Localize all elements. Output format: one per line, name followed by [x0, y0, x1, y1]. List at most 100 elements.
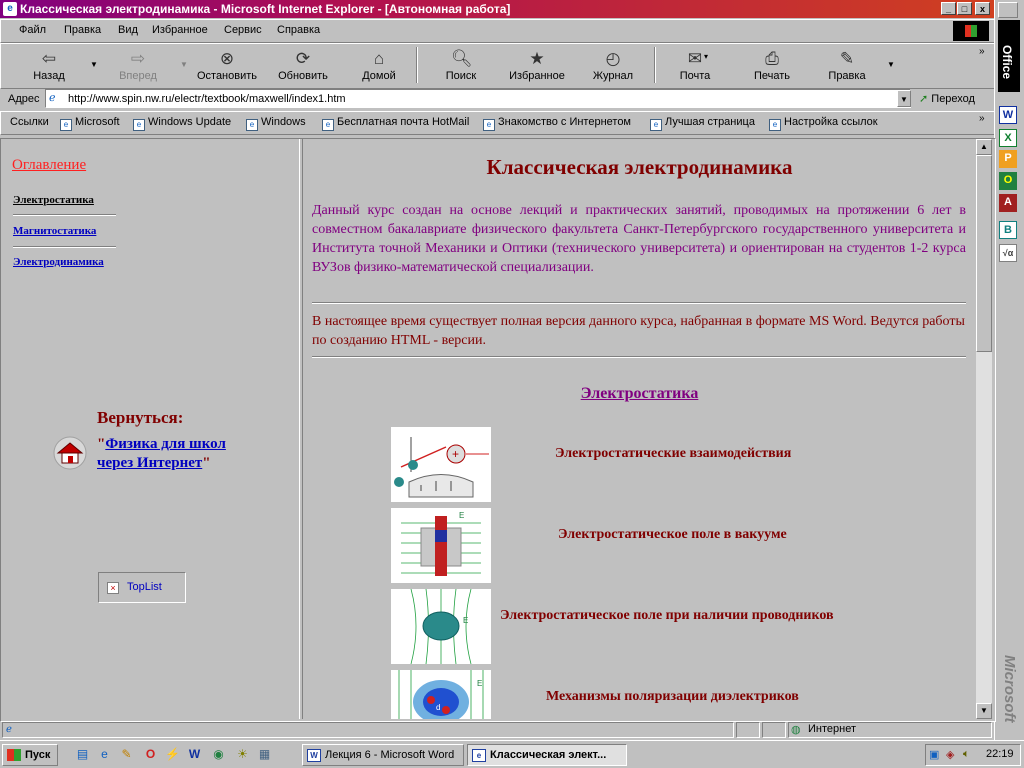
globe-icon: ◍: [791, 724, 801, 736]
quick-launch-app-icon[interactable]: ▦: [256, 746, 273, 763]
edit-icon: ✎: [839, 49, 855, 68]
links-chevron-icon[interactable]: »: [979, 113, 985, 124]
mail-button[interactable]: ✉ Почта: [672, 48, 718, 86]
topic-link[interactable]: Электростатическое поле при наличии пров…: [500, 608, 834, 624]
topic-link[interactable]: Электростатическое поле в вакууме: [558, 527, 787, 543]
link-windows-update[interactable]: e Windows Update: [133, 116, 231, 131]
scroll-up-button[interactable]: ▲: [976, 139, 992, 155]
edit-dropdown-icon[interactable]: ▼: [887, 60, 895, 69]
close-button[interactable]: x: [975, 2, 990, 15]
search-button[interactable]: 🔍︎ Поиск: [436, 48, 486, 86]
maximize-button[interactable]: □: [957, 2, 972, 15]
address-label: Адрес: [8, 93, 40, 105]
stop-button[interactable]: ⊗ Остановить: [192, 48, 262, 86]
status-cell: [762, 722, 786, 738]
quick-launch-app-icon[interactable]: ◉: [210, 746, 227, 763]
link-windows[interactable]: e Windows: [246, 116, 306, 131]
equation-icon[interactable]: √α: [999, 244, 1017, 262]
menu-edit[interactable]: Правка: [64, 24, 101, 36]
field-conductors-thumbnail[interactable]: E: [391, 589, 491, 664]
windows-logo-icon: [953, 21, 989, 41]
quick-launch-desktop-icon[interactable]: ▤: [74, 746, 91, 763]
chevron-right-icon[interactable]: »: [979, 46, 985, 57]
tray-volume-icon[interactable]: 🔈︎: [963, 748, 970, 761]
quick-launch-app-icon[interactable]: ☀: [234, 746, 251, 763]
menu-help[interactable]: Справка: [277, 24, 320, 36]
task-word[interactable]: W Лекция 6 - Microsoft Word: [302, 744, 464, 766]
menu-tools[interactable]: Сервис: [224, 24, 262, 36]
ie-task-icon: e: [472, 749, 486, 762]
tray-monitor-icon[interactable]: ▣: [929, 748, 939, 761]
office-menu-icon[interactable]: [998, 2, 1018, 18]
excel-icon[interactable]: X: [999, 129, 1017, 147]
quick-launch-opera-icon[interactable]: O: [142, 746, 159, 763]
link-customize[interactable]: e Настройка ссылок: [769, 116, 878, 131]
quick-launch-ie-icon[interactable]: e: [96, 746, 113, 763]
refresh-button[interactable]: ⟳ Обновить: [272, 48, 334, 86]
link-microsoft[interactable]: e Microsoft: [60, 116, 120, 131]
status-cell: [736, 722, 760, 738]
address-dropdown-button[interactable]: ▼: [897, 90, 911, 107]
electrostatic-interaction-thumbnail[interactable]: +: [391, 427, 491, 502]
topic-link[interactable]: Механизмы поляризации диэлектриков: [546, 689, 799, 705]
svg-text:E: E: [477, 679, 482, 688]
forward-dropdown-icon[interactable]: ▼: [180, 60, 188, 69]
title-bar: e Классическая электродинамика - Microso…: [0, 0, 994, 18]
home-button[interactable]: ⌂ Домой: [352, 48, 406, 86]
toplist-counter[interactable]: × TopList: [98, 572, 186, 603]
favorites-icon: ★: [529, 49, 545, 68]
quick-launch-tool-icon[interactable]: ⚡: [164, 746, 181, 763]
back-button[interactable]: ⇦ Назад: [24, 48, 74, 86]
refresh-icon: ⟳: [295, 49, 311, 68]
task-ie[interactable]: e Классическая элект...: [467, 744, 627, 766]
word-icon[interactable]: W: [999, 106, 1017, 124]
favorites-button[interactable]: ★ Избранное: [504, 48, 570, 86]
toc-item-electrodynamics[interactable]: Электродинамика: [13, 256, 104, 268]
toc-item-magnetostatics[interactable]: Магнитостатика: [13, 225, 96, 237]
section-title[interactable]: Электростатика: [303, 385, 976, 403]
history-button[interactable]: ◴ Журнал: [586, 48, 640, 86]
security-zone: Интернет: [808, 723, 856, 735]
binder-icon[interactable]: B: [999, 221, 1017, 239]
word-doc-icon: W: [307, 749, 321, 762]
svg-text:E: E: [463, 616, 468, 625]
address-input[interactable]: ℯ http://www.spin.nw.ru/electr/textbook/…: [45, 89, 911, 108]
tray-app-icon[interactable]: ◈: [946, 748, 954, 761]
link-page-icon: e: [483, 119, 495, 131]
toc-item-electrostatics[interactable]: Электростатика: [13, 194, 94, 206]
electrostatic-field-vacuum-thumbnail[interactable]: E: [391, 508, 491, 583]
window-title: Классическая электродинамика - Microsoft…: [20, 2, 511, 16]
link-hotmail[interactable]: e Бесплатная почта HotMail: [322, 116, 469, 131]
menu-favorites[interactable]: Избранное: [152, 24, 208, 36]
back-dropdown-icon[interactable]: ▼: [90, 60, 98, 69]
quick-launch-notepad-icon[interactable]: ✎: [118, 746, 135, 763]
edit-button[interactable]: ✎ Правка: [820, 48, 874, 86]
dielectric-polarization-thumbnail[interactable]: d E: [391, 670, 491, 719]
powerpoint-icon[interactable]: P: [999, 150, 1017, 168]
mail-dropdown-icon[interactable]: ▾: [704, 52, 708, 61]
outlook-icon[interactable]: O: [999, 172, 1017, 190]
link-page-icon: e: [650, 119, 662, 131]
printer-icon: ⎙: [765, 49, 779, 68]
scroll-thumb[interactable]: [976, 155, 992, 352]
history-icon: ◴: [605, 49, 621, 68]
topic-link[interactable]: Электростатические взаимодействия: [555, 446, 791, 462]
print-button[interactable]: ⎙ Печать: [746, 48, 798, 86]
toolbar-separator: [416, 47, 418, 83]
access-icon[interactable]: A: [999, 194, 1017, 212]
link-best-page[interactable]: e Лучшая страница: [650, 116, 755, 131]
link-intro-internet[interactable]: e Знакомство с Интернетом: [483, 116, 631, 131]
start-button[interactable]: Пуск: [2, 744, 58, 766]
office-logo: Office: [998, 20, 1020, 92]
go-button[interactable]: ➚ Переход: [919, 92, 975, 105]
forward-button[interactable]: ⇨ Вперед: [110, 48, 166, 86]
quick-launch-word-icon[interactable]: W: [186, 746, 203, 763]
menu-view[interactable]: Вид: [118, 24, 138, 36]
menu-file[interactable]: Файл: [19, 24, 46, 36]
toc-title[interactable]: Оглавление: [12, 157, 86, 174]
scroll-down-button[interactable]: ▼: [976, 703, 992, 719]
home-icon[interactable]: [52, 436, 88, 470]
link-page-icon: e: [60, 119, 72, 131]
minimize-button[interactable]: _: [941, 2, 956, 15]
frame-divider[interactable]: [299, 139, 303, 719]
